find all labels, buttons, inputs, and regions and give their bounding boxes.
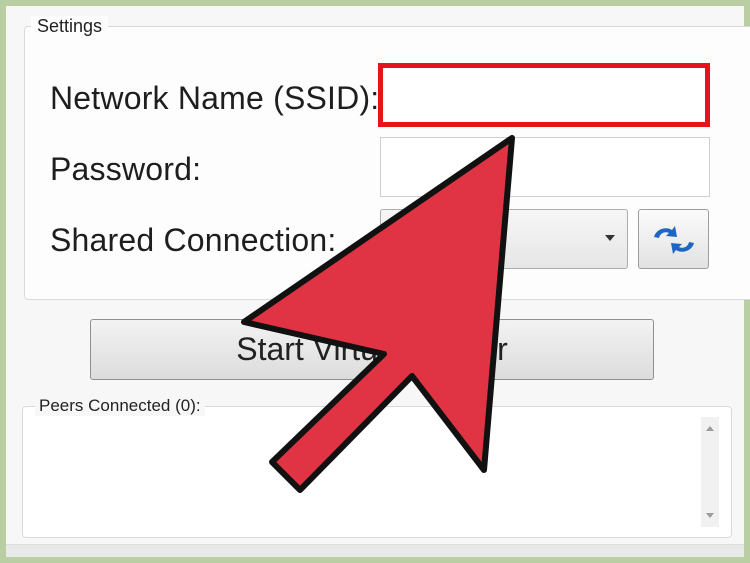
password-label: Password: — [50, 151, 202, 187]
peers-legend: Peers Connected (0): — [35, 396, 205, 416]
shared-connection-select[interactable] — [380, 209, 628, 269]
settings-legend: Settings — [31, 16, 109, 37]
status-strip — [6, 544, 744, 557]
password-input[interactable] — [380, 137, 710, 197]
ssid-label: Network Name (SSID): — [50, 80, 380, 116]
scroll-down-icon[interactable] — [706, 513, 714, 518]
peers-scrollbar[interactable] — [701, 417, 719, 527]
ssid-input[interactable] — [378, 63, 710, 127]
refresh-icon — [654, 226, 694, 254]
peers-group: Peers Connected (0): — [22, 396, 732, 538]
start-button[interactable]: Start Virtual Router — [90, 319, 654, 380]
app-window: Settings Network Name (SSID): Password: … — [6, 6, 750, 557]
scroll-up-icon[interactable] — [706, 426, 714, 431]
refresh-button[interactable] — [638, 209, 709, 269]
chevron-down-icon — [605, 235, 615, 241]
shared-connection-label: Shared Connection: — [50, 222, 337, 258]
